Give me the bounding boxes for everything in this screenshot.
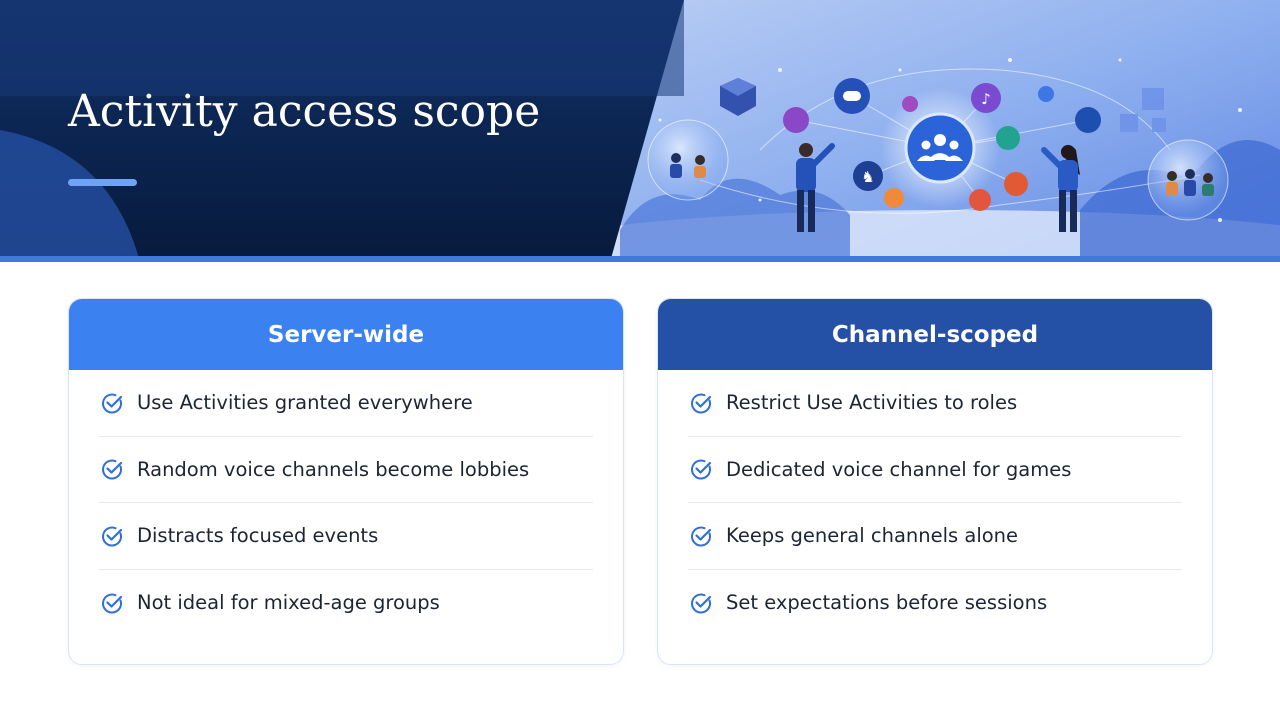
check-circle-icon xyxy=(688,523,714,549)
server-wide-list: Use Activities granted everywhere Random… xyxy=(69,370,623,636)
channel-scoped-card: Channel-scoped Restrict Use Activities t… xyxy=(657,298,1213,665)
list-item: Restrict Use Activities to roles xyxy=(688,370,1182,437)
item-text: Distracts focused events xyxy=(137,524,379,548)
check-circle-icon xyxy=(99,456,125,482)
title-accent-bar xyxy=(68,179,137,186)
svg-text:♞: ♞ xyxy=(861,168,874,186)
slide-title: Activity access scope xyxy=(68,86,541,137)
check-circle-icon xyxy=(688,456,714,482)
list-item: Not ideal for mixed-age groups xyxy=(99,570,593,637)
item-text: Dedicated voice channel for games xyxy=(726,457,1072,481)
card-header-server-wide: Server-wide xyxy=(69,299,623,370)
check-circle-icon xyxy=(99,390,125,416)
item-text: Random voice channels become lobbies xyxy=(137,457,530,481)
list-item: Random voice channels become lobbies xyxy=(99,437,593,503)
check-circle-icon xyxy=(99,523,125,549)
item-text: Restrict Use Activities to roles xyxy=(726,391,1018,415)
channel-scoped-list: Restrict Use Activities to roles Dedicat… xyxy=(658,370,1212,636)
svg-text:♪: ♪ xyxy=(981,90,991,108)
check-circle-icon xyxy=(99,590,125,616)
hero-banner: ♪ ♞ Activity access scope xyxy=(0,0,1280,262)
check-circle-icon xyxy=(688,590,714,616)
hero-divider xyxy=(0,256,1280,262)
item-text: Not ideal for mixed-age groups xyxy=(137,591,440,615)
item-text: Keeps general channels alone xyxy=(726,524,1019,548)
list-item: Distracts focused events xyxy=(99,503,593,570)
list-item: Dedicated voice channel for games xyxy=(688,437,1182,503)
server-wide-card: Server-wide Use Activities granted every… xyxy=(68,298,624,665)
card-header-channel-scoped: Channel-scoped xyxy=(658,299,1212,370)
list-item: Set expectations before sessions xyxy=(688,570,1182,637)
list-item: Keeps general channels alone xyxy=(688,503,1182,570)
list-item: Use Activities granted everywhere xyxy=(99,370,593,437)
check-circle-icon xyxy=(688,390,714,416)
item-text: Use Activities granted everywhere xyxy=(137,391,473,415)
item-text: Set expectations before sessions xyxy=(726,591,1048,615)
